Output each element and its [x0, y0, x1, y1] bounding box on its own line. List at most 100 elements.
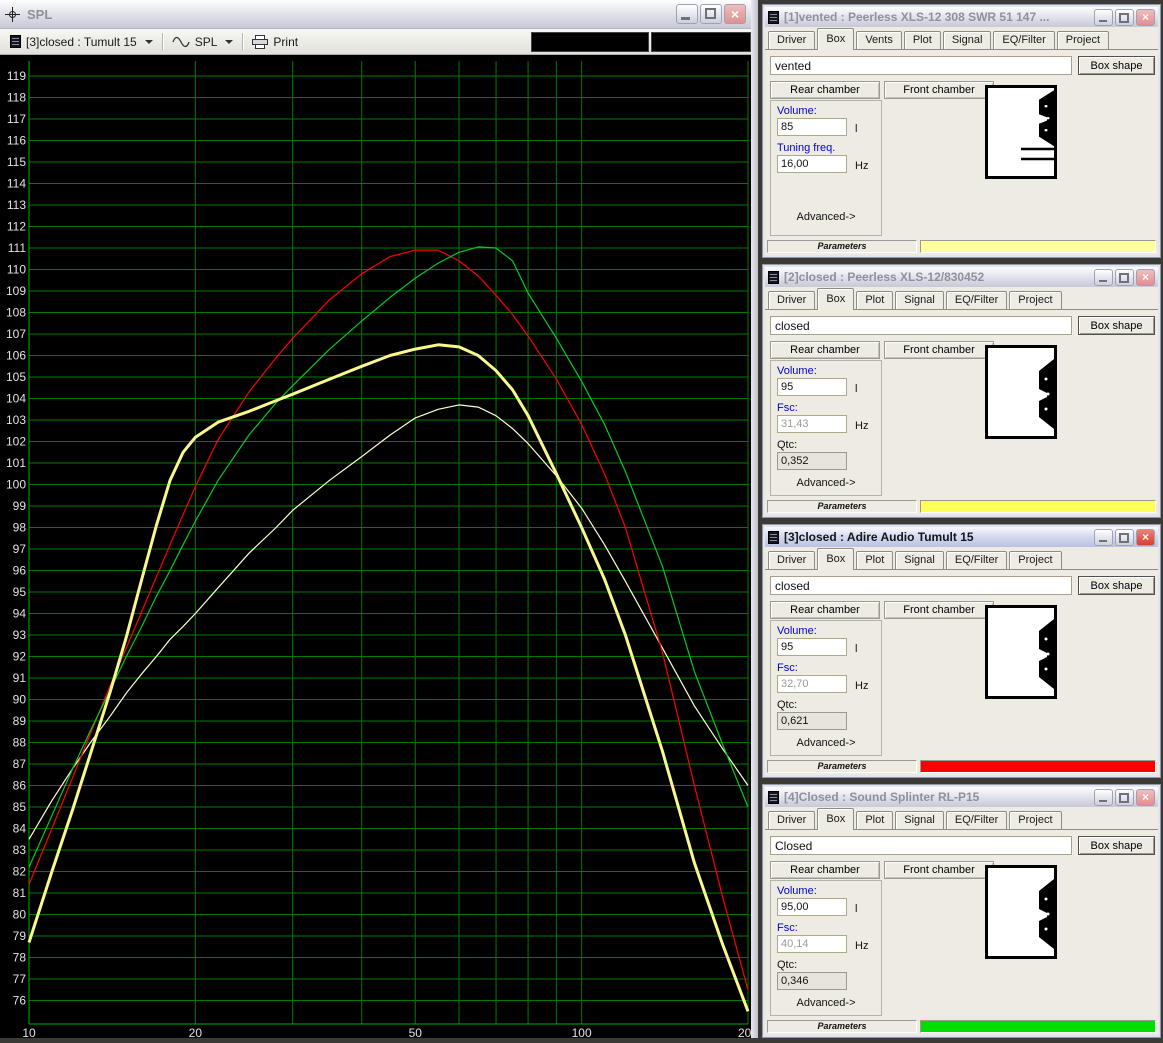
- plot-type-dropdown[interactable]: SPL: [167, 31, 239, 53]
- qtc-label: Qtc:: [777, 439, 798, 451]
- front-chamber-button[interactable]: Front chamber: [884, 81, 994, 99]
- box-type-input[interactable]: [770, 56, 1072, 75]
- rear-chamber-button[interactable]: Rear chamber: [770, 861, 880, 879]
- tab-eq-filter[interactable]: EQ/Filter: [993, 31, 1055, 49]
- front-chamber-button[interactable]: Front chamber: [884, 341, 994, 359]
- tab-signal[interactable]: Signal: [895, 291, 944, 309]
- tab-driver[interactable]: Driver: [768, 811, 816, 829]
- maximize-button[interactable]: [1115, 8, 1134, 26]
- box-type-input[interactable]: [770, 836, 1072, 855]
- project-selector-dropdown[interactable]: [3]closed : Tumult 15: [5, 31, 158, 53]
- rear-chamber-button[interactable]: Rear chamber: [770, 81, 880, 99]
- parameters-cell[interactable]: Parameters: [767, 240, 917, 253]
- volume-unit: l: [855, 643, 858, 655]
- svg-text:100: 100: [572, 1026, 592, 1038]
- tab-box[interactable]: Box: [817, 548, 855, 570]
- parameters-cell[interactable]: Parameters: [767, 1020, 917, 1033]
- fsc-input[interactable]: [777, 675, 847, 693]
- parameters-cell[interactable]: Parameters: [767, 760, 917, 773]
- tab-plot[interactable]: Plot: [856, 291, 894, 309]
- statusbar: Parameters: [767, 1020, 1156, 1033]
- svg-text:118: 118: [7, 91, 26, 105]
- minimize-button[interactable]: [1094, 268, 1113, 286]
- window-title: [2]closed : Peerless XLS-12/830452: [784, 270, 985, 284]
- minimize-button[interactable]: [676, 4, 698, 24]
- tab-signal[interactable]: Signal: [895, 811, 944, 829]
- volume-input[interactable]: [777, 378, 847, 396]
- maximize-icon: [1119, 532, 1129, 543]
- close-button[interactable]: ×: [1136, 268, 1155, 286]
- close-button[interactable]: ×: [724, 4, 746, 24]
- tab-vents[interactable]: Vents: [856, 31, 902, 49]
- spl-titlebar[interactable]: SPL ×: [0, 0, 751, 29]
- maximize-button[interactable]: [1115, 528, 1134, 546]
- fsc-input[interactable]: [777, 415, 847, 433]
- tab-driver[interactable]: Driver: [768, 291, 816, 309]
- tab-plot[interactable]: Plot: [856, 811, 894, 829]
- project-doc-icon: [768, 10, 779, 24]
- maximize-button[interactable]: [1115, 788, 1134, 806]
- box-type-input[interactable]: [770, 576, 1072, 595]
- parameters-cell[interactable]: Parameters: [767, 500, 917, 513]
- advanced-link[interactable]: Advanced->: [771, 211, 881, 223]
- advanced-link[interactable]: Advanced->: [771, 997, 881, 1009]
- box-shape-button[interactable]: Box shape: [1078, 316, 1155, 335]
- tab-eq-filter[interactable]: EQ/Filter: [945, 291, 1008, 309]
- volume-label: Volume:: [777, 625, 817, 637]
- tab-box[interactable]: Box: [817, 28, 855, 50]
- tab-project[interactable]: Project: [1009, 811, 1062, 829]
- box-type-input[interactable]: [770, 316, 1072, 335]
- rear-chamber-button[interactable]: Rear chamber: [770, 341, 880, 359]
- project-doc-icon: [768, 790, 779, 804]
- tab-plot[interactable]: Plot: [856, 551, 894, 569]
- box-shape-button[interactable]: Box shape: [1078, 836, 1155, 855]
- volume-input[interactable]: [777, 638, 847, 656]
- box-shape-image: [985, 345, 1057, 439]
- tab-row: Driver Box Plot Signal EQ/Filter Project: [765, 287, 1158, 310]
- titlebar[interactable]: [3]closed : Adire Audio Tumult 15 ×: [765, 527, 1158, 547]
- tuning-freq-input[interactable]: [777, 155, 847, 173]
- maximize-icon: [1119, 792, 1129, 803]
- spl-plot-area[interactable]: 119 118 117 116 115 114 113 112 111 110 109 108 107 1…: [0, 55, 758, 1040]
- rear-chamber-button[interactable]: Rear chamber: [770, 601, 880, 619]
- tab-box[interactable]: Box: [817, 288, 855, 310]
- tab-signal[interactable]: Signal: [895, 551, 944, 569]
- tab-driver[interactable]: Driver: [768, 551, 816, 569]
- tab-project[interactable]: Project: [1009, 291, 1062, 309]
- svg-text:76: 76: [13, 994, 27, 1008]
- minimize-button[interactable]: [1094, 8, 1113, 26]
- titlebar[interactable]: [4]Closed : Sound Splinter RL-P15 ×: [765, 787, 1158, 807]
- box-shape-button[interactable]: Box shape: [1078, 576, 1155, 595]
- box-shape-button[interactable]: Box shape: [1078, 56, 1155, 75]
- tab-driver[interactable]: Driver: [768, 31, 816, 49]
- svg-text:97: 97: [13, 542, 27, 556]
- fsc-input[interactable]: [777, 935, 847, 953]
- freq-unit: Hz: [855, 160, 869, 172]
- volume-input[interactable]: [777, 898, 847, 916]
- tab-signal[interactable]: Signal: [942, 31, 992, 49]
- front-chamber-button[interactable]: Front chamber: [884, 601, 994, 619]
- tab-plot[interactable]: Plot: [903, 31, 941, 49]
- minimize-button[interactable]: [1094, 528, 1113, 546]
- tab-eq-filter[interactable]: EQ/Filter: [945, 811, 1008, 829]
- close-button[interactable]: ×: [1136, 788, 1155, 806]
- print-button[interactable]: Print: [247, 31, 303, 53]
- volume-input[interactable]: [777, 118, 847, 136]
- maximize-button[interactable]: [700, 4, 722, 24]
- front-chamber-button[interactable]: Front chamber: [884, 861, 994, 879]
- box-parameters-group: Volume: l Fsc: Hz Qtc: Advanced->: [770, 620, 882, 756]
- tab-project[interactable]: Project: [1056, 31, 1110, 49]
- tab-eq-filter[interactable]: EQ/Filter: [945, 551, 1008, 569]
- advanced-link[interactable]: Advanced->: [771, 477, 881, 489]
- tab-project[interactable]: Project: [1009, 551, 1062, 569]
- titlebar[interactable]: [1]vented : Peerless XLS-12 308 SWR 51 1…: [765, 7, 1158, 27]
- close-button[interactable]: ×: [1136, 528, 1155, 546]
- box-shape-image: [985, 605, 1057, 699]
- titlebar[interactable]: [2]closed : Peerless XLS-12/830452 ×: [765, 267, 1158, 287]
- tab-box[interactable]: Box: [817, 808, 855, 830]
- minimize-button[interactable]: [1094, 788, 1113, 806]
- svg-text:114: 114: [7, 177, 26, 191]
- close-button[interactable]: ×: [1136, 8, 1155, 26]
- advanced-link[interactable]: Advanced->: [771, 737, 881, 749]
- maximize-button[interactable]: [1115, 268, 1134, 286]
